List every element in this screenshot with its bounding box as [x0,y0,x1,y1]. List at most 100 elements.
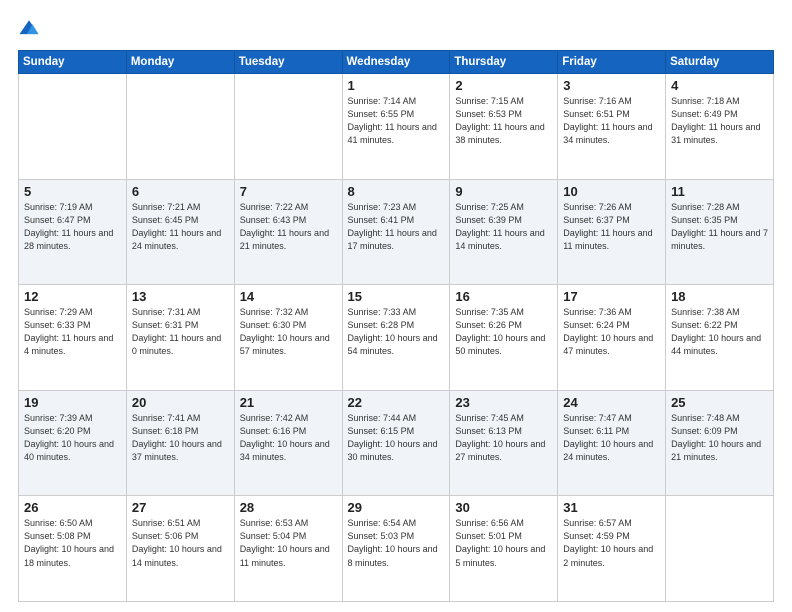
cell-info: Sunrise: 7:38 AM Sunset: 6:22 PM Dayligh… [671,306,768,358]
calendar-header-row: SundayMondayTuesdayWednesdayThursdayFrid… [19,51,774,74]
cell-info: Sunrise: 7:42 AM Sunset: 6:16 PM Dayligh… [240,412,337,464]
cell-info: Sunrise: 7:16 AM Sunset: 6:51 PM Dayligh… [563,95,660,147]
cell-info: Sunrise: 7:44 AM Sunset: 6:15 PM Dayligh… [348,412,445,464]
day-number: 19 [24,395,121,410]
page: SundayMondayTuesdayWednesdayThursdayFrid… [0,0,792,612]
day-number: 27 [132,500,229,515]
calendar-cell [234,74,342,180]
cell-info: Sunrise: 7:18 AM Sunset: 6:49 PM Dayligh… [671,95,768,147]
cell-info: Sunrise: 6:53 AM Sunset: 5:04 PM Dayligh… [240,517,337,569]
cell-info: Sunrise: 7:35 AM Sunset: 6:26 PM Dayligh… [455,306,552,358]
day-number: 26 [24,500,121,515]
day-number: 17 [563,289,660,304]
cell-info: Sunrise: 6:50 AM Sunset: 5:08 PM Dayligh… [24,517,121,569]
cell-info: Sunrise: 7:26 AM Sunset: 6:37 PM Dayligh… [563,201,660,253]
week-row-5: 26 Sunrise: 6:50 AM Sunset: 5:08 PM Dayli… [19,496,774,602]
calendar-cell: 5 Sunrise: 7:19 AM Sunset: 6:47 PM Daylig… [19,179,127,285]
cell-info: Sunrise: 7:19 AM Sunset: 6:47 PM Dayligh… [24,201,121,253]
day-number: 20 [132,395,229,410]
day-header-monday: Monday [126,51,234,74]
cell-info: Sunrise: 7:22 AM Sunset: 6:43 PM Dayligh… [240,201,337,253]
day-header-friday: Friday [558,51,666,74]
cell-info: Sunrise: 7:28 AM Sunset: 6:35 PM Dayligh… [671,201,768,253]
cell-info: Sunrise: 7:48 AM Sunset: 6:09 PM Dayligh… [671,412,768,464]
day-number: 22 [348,395,445,410]
day-number: 15 [348,289,445,304]
calendar-cell: 20 Sunrise: 7:41 AM Sunset: 6:18 PM Dayli… [126,390,234,496]
cell-info: Sunrise: 7:36 AM Sunset: 6:24 PM Dayligh… [563,306,660,358]
day-number: 7 [240,184,337,199]
calendar-cell: 6 Sunrise: 7:21 AM Sunset: 6:45 PM Daylig… [126,179,234,285]
day-header-thursday: Thursday [450,51,558,74]
calendar-table: SundayMondayTuesdayWednesdayThursdayFrid… [18,50,774,602]
week-row-2: 5 Sunrise: 7:19 AM Sunset: 6:47 PM Daylig… [19,179,774,285]
cell-info: Sunrise: 7:31 AM Sunset: 6:31 PM Dayligh… [132,306,229,358]
day-number: 21 [240,395,337,410]
day-number: 28 [240,500,337,515]
day-header-saturday: Saturday [666,51,774,74]
day-number: 11 [671,184,768,199]
calendar-cell: 3 Sunrise: 7:16 AM Sunset: 6:51 PM Daylig… [558,74,666,180]
calendar-cell: 29Sunrise: 6:54 AM Sunset: 5:03 PM Dayli… [342,496,450,602]
cell-info: Sunrise: 7:15 AM Sunset: 6:53 PM Dayligh… [455,95,552,147]
cell-info: Sunrise: 7:32 AM Sunset: 6:30 PM Dayligh… [240,306,337,358]
calendar-cell: 18 Sunrise: 7:38 AM Sunset: 6:22 PM Dayli… [666,285,774,391]
calendar-cell: 16 Sunrise: 7:35 AM Sunset: 6:26 PM Dayli… [450,285,558,391]
day-header-wednesday: Wednesday [342,51,450,74]
day-header-tuesday: Tuesday [234,51,342,74]
calendar-cell: 14 Sunrise: 7:32 AM Sunset: 6:30 PM Dayli… [234,285,342,391]
logo-icon [18,18,40,40]
day-number: 9 [455,184,552,199]
calendar-cell: 26 Sunrise: 6:50 AM Sunset: 5:08 PM Dayli… [19,496,127,602]
cell-info: Sunrise: 6:54 AM Sunset: 5:03 PM Dayligh… [348,517,445,569]
cell-info: Sunrise: 7:41 AM Sunset: 6:18 PM Dayligh… [132,412,229,464]
calendar-cell: 15 Sunrise: 7:33 AM Sunset: 6:28 PM Dayli… [342,285,450,391]
day-number: 6 [132,184,229,199]
logo [18,18,42,40]
cell-info: Sunrise: 7:21 AM Sunset: 6:45 PM Dayligh… [132,201,229,253]
cell-info: Sunrise: 7:25 AM Sunset: 6:39 PM Dayligh… [455,201,552,253]
calendar-cell: 4 Sunrise: 7:18 AM Sunset: 6:49 PM Daylig… [666,74,774,180]
calendar-cell [126,74,234,180]
day-number: 24 [563,395,660,410]
week-row-1: 1Sunrise: 7:14 AM Sunset: 6:55 PM Daylig… [19,74,774,180]
cell-info: Sunrise: 6:51 AM Sunset: 5:06 PM Dayligh… [132,517,229,569]
day-number: 5 [24,184,121,199]
calendar-cell [666,496,774,602]
cell-info: Sunrise: 7:29 AM Sunset: 6:33 PM Dayligh… [24,306,121,358]
day-number: 30 [455,500,552,515]
cell-info: Sunrise: 7:33 AM Sunset: 6:28 PM Dayligh… [348,306,445,358]
day-number: 18 [671,289,768,304]
week-row-3: 12Sunrise: 7:29 AM Sunset: 6:33 PM Dayli… [19,285,774,391]
calendar-cell: 2Sunrise: 7:15 AM Sunset: 6:53 PM Daylig… [450,74,558,180]
header [18,18,774,40]
calendar-cell: 19 Sunrise: 7:39 AM Sunset: 6:20 PM Dayli… [19,390,127,496]
day-number: 13 [132,289,229,304]
day-number: 31 [563,500,660,515]
day-header-sunday: Sunday [19,51,127,74]
cell-info: Sunrise: 7:14 AM Sunset: 6:55 PM Dayligh… [348,95,445,147]
calendar-cell: 12Sunrise: 7:29 AM Sunset: 6:33 PM Dayli… [19,285,127,391]
calendar-cell: 23Sunrise: 7:45 AM Sunset: 6:13 PM Dayli… [450,390,558,496]
day-number: 4 [671,78,768,93]
day-number: 3 [563,78,660,93]
cell-info: Sunrise: 6:56 AM Sunset: 5:01 PM Dayligh… [455,517,552,569]
calendar-cell: 21 Sunrise: 7:42 AM Sunset: 6:16 PM Dayli… [234,390,342,496]
calendar-cell: 10 Sunrise: 7:26 AM Sunset: 6:37 PM Dayli… [558,179,666,285]
day-number: 16 [455,289,552,304]
calendar-cell: 30 Sunrise: 6:56 AM Sunset: 5:01 PM Dayli… [450,496,558,602]
week-row-4: 19 Sunrise: 7:39 AM Sunset: 6:20 PM Dayli… [19,390,774,496]
calendar-cell: 7 Sunrise: 7:22 AM Sunset: 6:43 PM Daylig… [234,179,342,285]
day-number: 8 [348,184,445,199]
calendar-cell: 11 Sunrise: 7:28 AM Sunset: 6:35 PM Dayli… [666,179,774,285]
day-number: 10 [563,184,660,199]
cell-info: Sunrise: 7:47 AM Sunset: 6:11 PM Dayligh… [563,412,660,464]
calendar-cell: 31Sunrise: 6:57 AM Sunset: 4:59 PM Dayli… [558,496,666,602]
cell-info: Sunrise: 7:39 AM Sunset: 6:20 PM Dayligh… [24,412,121,464]
calendar-cell: 28 Sunrise: 6:53 AM Sunset: 5:04 PM Dayli… [234,496,342,602]
calendar-cell: 22 Sunrise: 7:44 AM Sunset: 6:15 PM Dayli… [342,390,450,496]
calendar-cell: 17 Sunrise: 7:36 AM Sunset: 6:24 PM Dayli… [558,285,666,391]
day-number: 14 [240,289,337,304]
calendar-cell: 24 Sunrise: 7:47 AM Sunset: 6:11 PM Dayli… [558,390,666,496]
calendar-cell: 1Sunrise: 7:14 AM Sunset: 6:55 PM Daylig… [342,74,450,180]
